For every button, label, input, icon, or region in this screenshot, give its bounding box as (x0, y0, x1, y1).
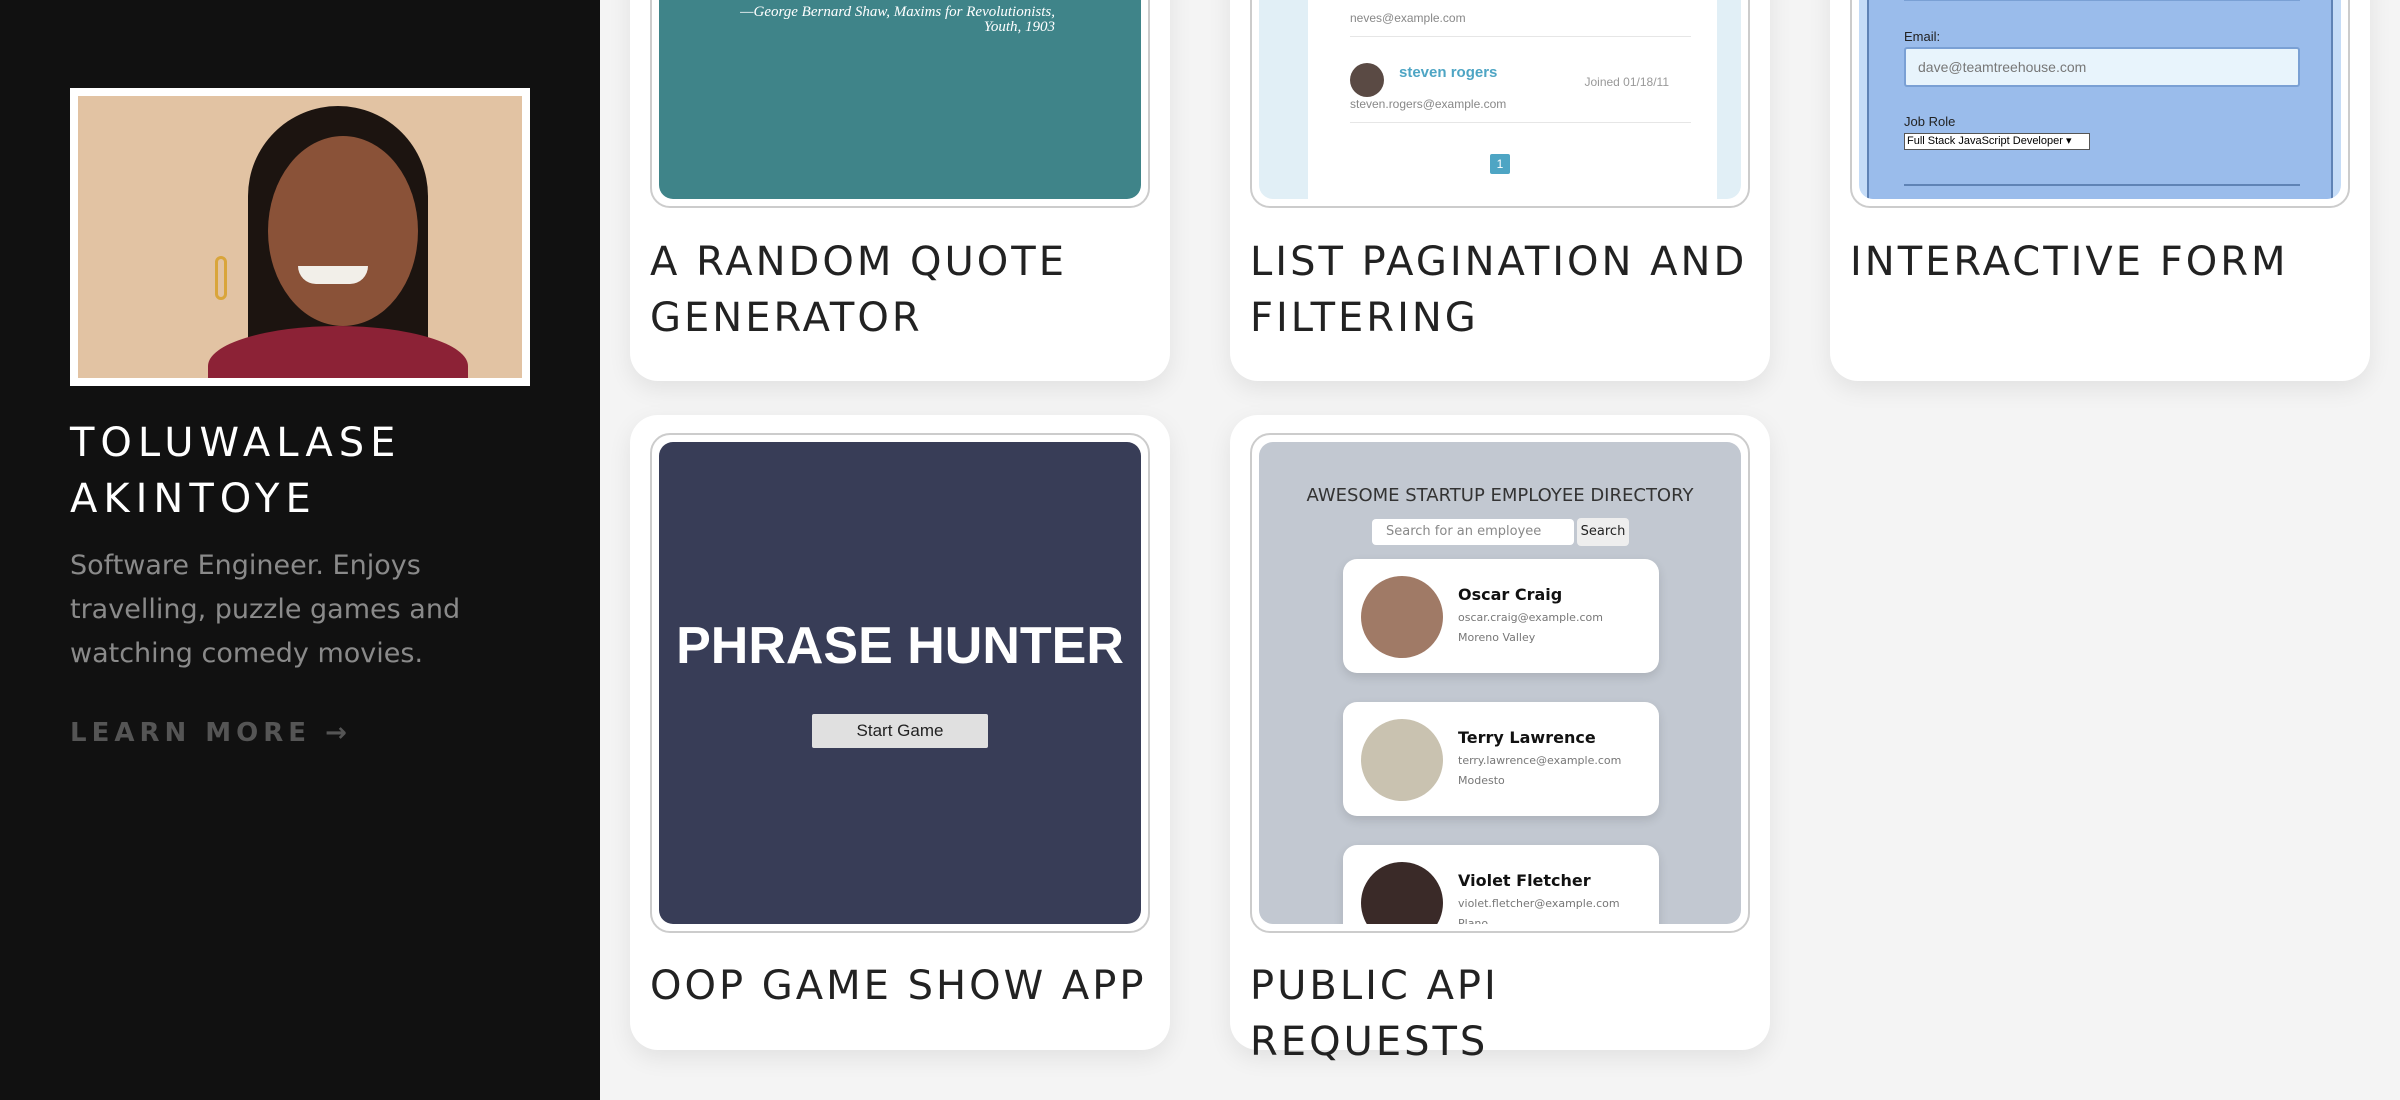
learn-more-link[interactable]: LEARN MORE → (70, 718, 352, 748)
student-joined: Joined 01/18/11 (1584, 75, 1669, 89)
employee-avatar (1361, 719, 1443, 801)
project-title: A RANDOM QUOTE GENERATOR (650, 239, 1067, 341)
project-title: INTERACTIVE FORM (1850, 239, 2289, 285)
employee-name: Terry Lawrence (1458, 728, 1596, 747)
search-button[interactable]: Search (1577, 518, 1629, 546)
page-button[interactable]: 1 (1490, 154, 1510, 174)
employee-card[interactable]: Violet Fletcher violet.fletcher@example.… (1343, 845, 1659, 924)
employee-avatar (1361, 576, 1443, 658)
employee-city: Modesto (1458, 774, 1505, 787)
employee-search-input[interactable]: Search for an employee (1372, 519, 1574, 545)
email-label: Email: (1904, 29, 1941, 44)
project-title: LIST PAGINATION AND FILTERING (1250, 239, 1748, 341)
project-title: PUBLIC API REQUESTS (1250, 963, 1499, 1065)
employee-city: Plano (1458, 917, 1489, 924)
start-game-button[interactable]: Start Game (812, 714, 988, 748)
project-card-interactive-form[interactable]: Email: dave@teamtreehouse.com Job Role F… (1830, 0, 2370, 381)
quote-attribution: —George Bernard Shaw, Maxims for Revolut… (740, 4, 1055, 20)
project-card-game-show[interactable]: PHRASE HUNTER Start Game OOP GAME SHOW A… (630, 415, 1170, 1050)
project-thumbnail[interactable]: Email: dave@teamtreehouse.com Job Role F… (1850, 0, 2350, 208)
project-thumbnail[interactable]: —George Bernard Shaw, Maxims for Revolut… (650, 0, 1150, 208)
project-thumbnail[interactable]: neves@example.com steven rogers Joined 0… (1250, 0, 1750, 208)
game-heading: PHRASE HUNTER (676, 617, 1124, 675)
quote-year: Youth, 1903 (983, 19, 1055, 35)
employee-email: terry.lawrence@example.com (1458, 754, 1622, 767)
sidebar: TOLUWALASE AKINTOYE Software Engineer. E… (0, 0, 600, 1100)
project-card-list-pagination[interactable]: neves@example.com steven rogers Joined 0… (1230, 0, 1770, 381)
employee-email: oscar.craig@example.com (1458, 611, 1603, 624)
job-role-select[interactable]: Full Stack JavaScript Developer ▾ (1904, 133, 2090, 150)
profile-bio: Software Engineer. Enjoys travelling, pu… (70, 550, 461, 669)
project-card-quote-generator[interactable]: —George Bernard Shaw, Maxims for Revolut… (630, 0, 1170, 381)
project-title: OOP GAME SHOW APP (650, 963, 1147, 1009)
project-card-public-api[interactable]: AWESOME STARTUP EMPLOYEE DIRECTORY Searc… (1230, 415, 1770, 1065)
student-avatar (1350, 63, 1384, 97)
directory-heading: AWESOME STARTUP EMPLOYEE DIRECTORY (1306, 485, 1694, 506)
job-role-value: Full Stack JavaScript Developer (1907, 135, 2063, 147)
employee-card[interactable]: Oscar Craig oscar.craig@example.com More… (1343, 559, 1659, 673)
profile-photo (70, 88, 530, 386)
project-thumbnail[interactable]: AWESOME STARTUP EMPLOYEE DIRECTORY Searc… (1250, 433, 1750, 933)
profile-name: TOLUWALASE AKINTOYE (70, 420, 402, 522)
job-role-label: Job Role (1904, 114, 1956, 129)
email-input[interactable]: dave@teamtreehouse.com (1904, 47, 2300, 87)
employee-email: violet.fletcher@example.com (1458, 897, 1620, 910)
student-email: neves@example.com (1350, 11, 1466, 25)
employee-name: Oscar Craig (1458, 585, 1563, 604)
employee-city: Moreno Valley (1458, 631, 1536, 644)
employee-avatar (1361, 862, 1443, 924)
employee-card[interactable]: Terry Lawrence terry.lawrence@example.co… (1343, 702, 1659, 816)
student-name: steven rogers (1399, 64, 1498, 81)
employee-name: Violet Fletcher (1458, 871, 1591, 890)
student-email: steven.rogers@example.com (1350, 97, 1507, 111)
project-thumbnail[interactable]: PHRASE HUNTER Start Game (650, 433, 1150, 933)
